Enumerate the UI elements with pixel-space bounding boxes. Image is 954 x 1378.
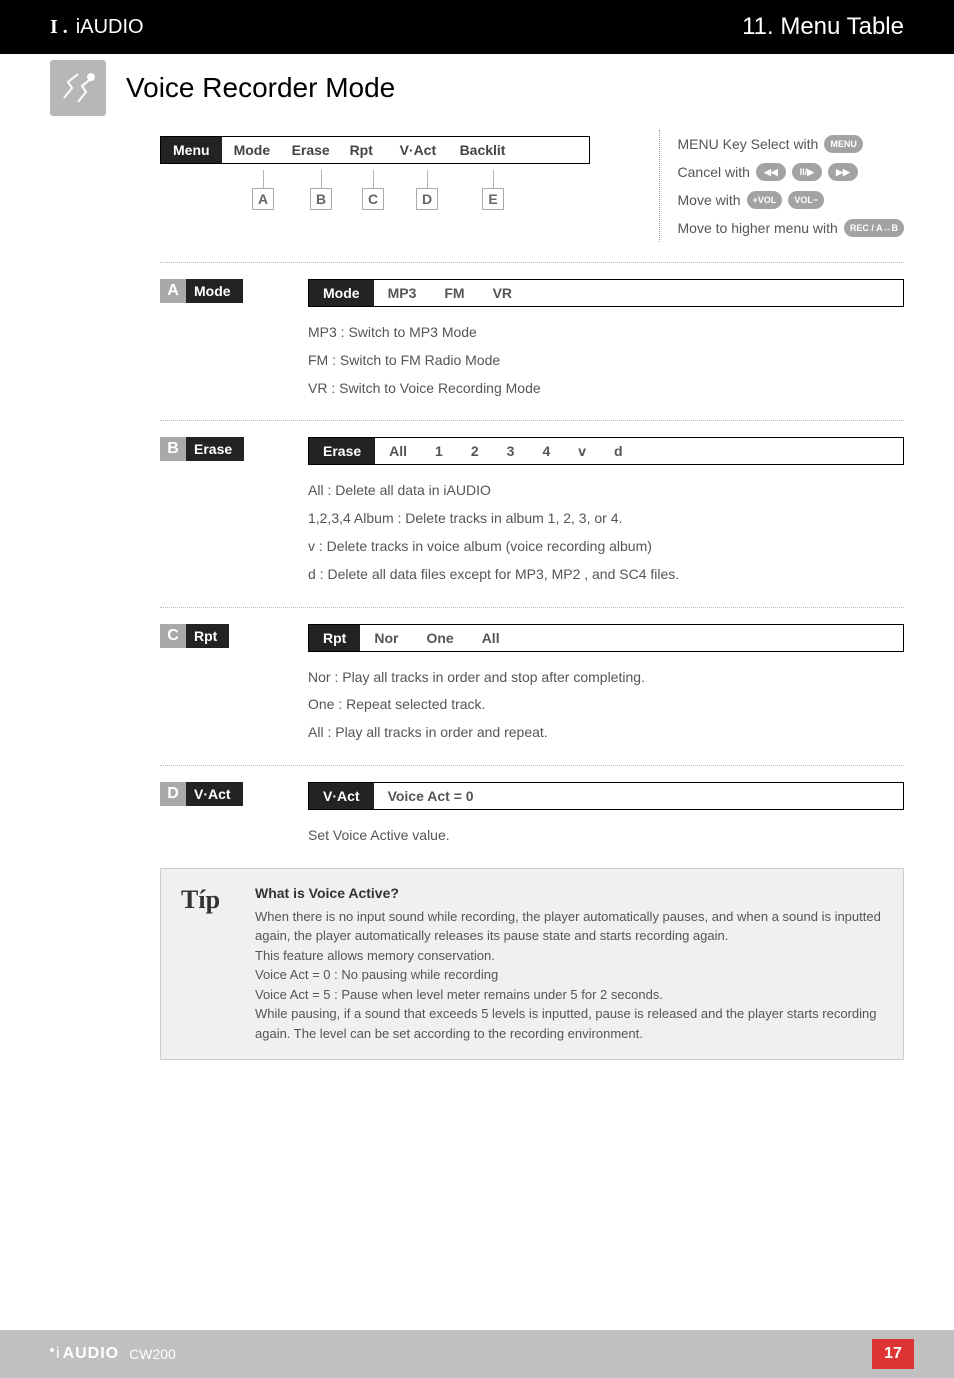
letter-c: C (362, 188, 384, 210)
menu-cell-backlit: Backlit (448, 137, 589, 163)
legend-1-text: MENU Key Select with (678, 130, 819, 158)
section-mode: A Mode Mode MP3 FM VR MP3 : Switch to MP… (160, 279, 904, 404)
rpt-bar-0: Rpt (309, 625, 360, 651)
separator (160, 765, 904, 766)
legend-4-text: Move to higher menu with (678, 214, 838, 242)
erase-desc-0: All : Delete all data in iAUDIO (308, 479, 904, 503)
erase-desc-3: d : Delete all data files except for MP3… (308, 563, 904, 587)
erase-bar-6: v (564, 438, 600, 464)
separator (160, 607, 904, 608)
erase-bar-7: d (600, 438, 637, 464)
menu-cell-menu: Menu (161, 137, 222, 163)
letter-b: B (310, 188, 332, 210)
mode-desc-2: VR : Switch to Voice Recording Mode (308, 377, 904, 401)
label-mode: Mode (186, 279, 243, 303)
tip-body-text: When there is no input sound while recor… (255, 907, 883, 1044)
chapter-roman: I . (50, 16, 68, 39)
rpt-option-bar: Rpt Nor One All (308, 624, 904, 652)
badge-d: D (160, 782, 186, 806)
erase-bar-3: 2 (457, 438, 493, 464)
voice-recorder-icon (50, 60, 106, 116)
menu-cell-rpt: Rpt (338, 137, 388, 163)
erase-desc-1: 1,2,3,4 Album : Delete tracks in album 1… (308, 507, 904, 531)
menu-bar: Menu Mode Erase Rpt V·Act Backlit (160, 136, 590, 164)
label-erase: Erase (186, 437, 244, 461)
mode-bar-3: VR (479, 280, 526, 306)
separator (160, 420, 904, 421)
erase-option-bar: Erase All 1 2 3 4 v d (308, 437, 904, 465)
rpt-bar-2: One (412, 625, 467, 651)
legend-2-text: Cancel with (678, 158, 750, 186)
menu-cell-erase: Erase (280, 137, 338, 163)
key-legend: MENU Key Select with MENU Cancel with ◀◀… (659, 130, 904, 242)
rpt-desc-0: Nor : Play all tracks in order and stop … (308, 666, 904, 690)
menu-cell-mode: Mode (222, 137, 280, 163)
play-pause-icon: II/▶ (792, 163, 822, 181)
erase-bar-0: Erase (309, 438, 375, 464)
badge-b: B (160, 437, 186, 461)
model-number: CW200 (129, 1346, 176, 1362)
section-erase: B Erase Erase All 1 2 3 4 v d All : Dele… (160, 437, 904, 590)
vact-option-bar: V·Act Voice Act = 0 (308, 782, 904, 810)
chapter-right: 11. Menu Table (300, 0, 954, 54)
erase-bar-1: All (375, 438, 421, 464)
menu-cell-vact: V·Act (388, 137, 448, 163)
legend-3-text: Move with (678, 186, 741, 214)
letter-d: D (416, 188, 438, 210)
label-rpt: Rpt (186, 624, 229, 648)
vol-down-icon: VOL− (788, 191, 824, 209)
chapter-left-text: iAUDIO (76, 16, 144, 39)
erase-bar-4: 3 (493, 438, 529, 464)
rpt-desc-1: One : Repeat selected track. (308, 693, 904, 717)
tip-label: Típ (181, 885, 235, 1044)
badge-c: C (160, 624, 186, 648)
mode-bar-1: MP3 (374, 280, 431, 306)
erase-bar-2: 1 (421, 438, 457, 464)
mode-bar-0: Mode (309, 280, 374, 306)
separator (160, 262, 904, 263)
vol-up-icon: +VOL (747, 191, 783, 209)
letter-e: E (482, 188, 504, 210)
vact-bar-1: Voice Act = 0 (374, 783, 488, 809)
top-bar: I . iAUDIO 11. Menu Table (0, 0, 954, 54)
section-vact: D V·Act V·Act Voice Act = 0 Set Voice Ac… (160, 782, 904, 852)
forward-icon: ▶▶ (828, 163, 858, 181)
vact-desc-0: Set Voice Active value. (308, 824, 904, 848)
brand-logo: i AUDIO (50, 1345, 119, 1363)
vact-bar-0: V·Act (309, 783, 374, 809)
erase-desc-2: v : Delete tracks in voice album (voice … (308, 535, 904, 559)
menu-key-icon: MENU (824, 135, 863, 153)
brand-dot-icon (50, 1348, 54, 1352)
tip-heading: What is Voice Active? (255, 885, 883, 901)
rpt-desc-2: All : Play all tracks in order and repea… (308, 721, 904, 745)
rpt-bar-3: All (468, 625, 514, 651)
mode-bar-2: FM (430, 280, 478, 306)
mode-title: Voice Recorder Mode (126, 72, 395, 104)
chapter-left: I . iAUDIO (0, 0, 300, 54)
letter-a: A (252, 188, 274, 210)
rpt-bar-1: Nor (360, 625, 412, 651)
mode-header: Voice Recorder Mode (0, 60, 954, 116)
page-number: 17 (872, 1339, 914, 1369)
erase-bar-5: 4 (528, 438, 564, 464)
page-footer: i AUDIO CW200 17 (0, 1330, 954, 1378)
section-rpt: C Rpt Rpt Nor One All Nor : Play all tra… (160, 624, 904, 749)
mode-desc-1: FM : Switch to FM Radio Mode (308, 349, 904, 373)
label-vact: V·Act (186, 782, 243, 806)
brand-i: i (56, 1345, 61, 1363)
menu-diagram: Menu Mode Erase Rpt V·Act Backlit A B (160, 136, 904, 242)
brand-rest: AUDIO (63, 1345, 120, 1363)
mode-option-bar: Mode MP3 FM VR (308, 279, 904, 307)
rec-ab-icon: REC / A↔B (844, 219, 904, 237)
mode-desc-0: MP3 : Switch to MP3 Mode (308, 321, 904, 345)
tip-box: Típ What is Voice Active? When there is … (160, 868, 904, 1061)
badge-a: A (160, 279, 186, 303)
rewind-icon: ◀◀ (756, 163, 786, 181)
